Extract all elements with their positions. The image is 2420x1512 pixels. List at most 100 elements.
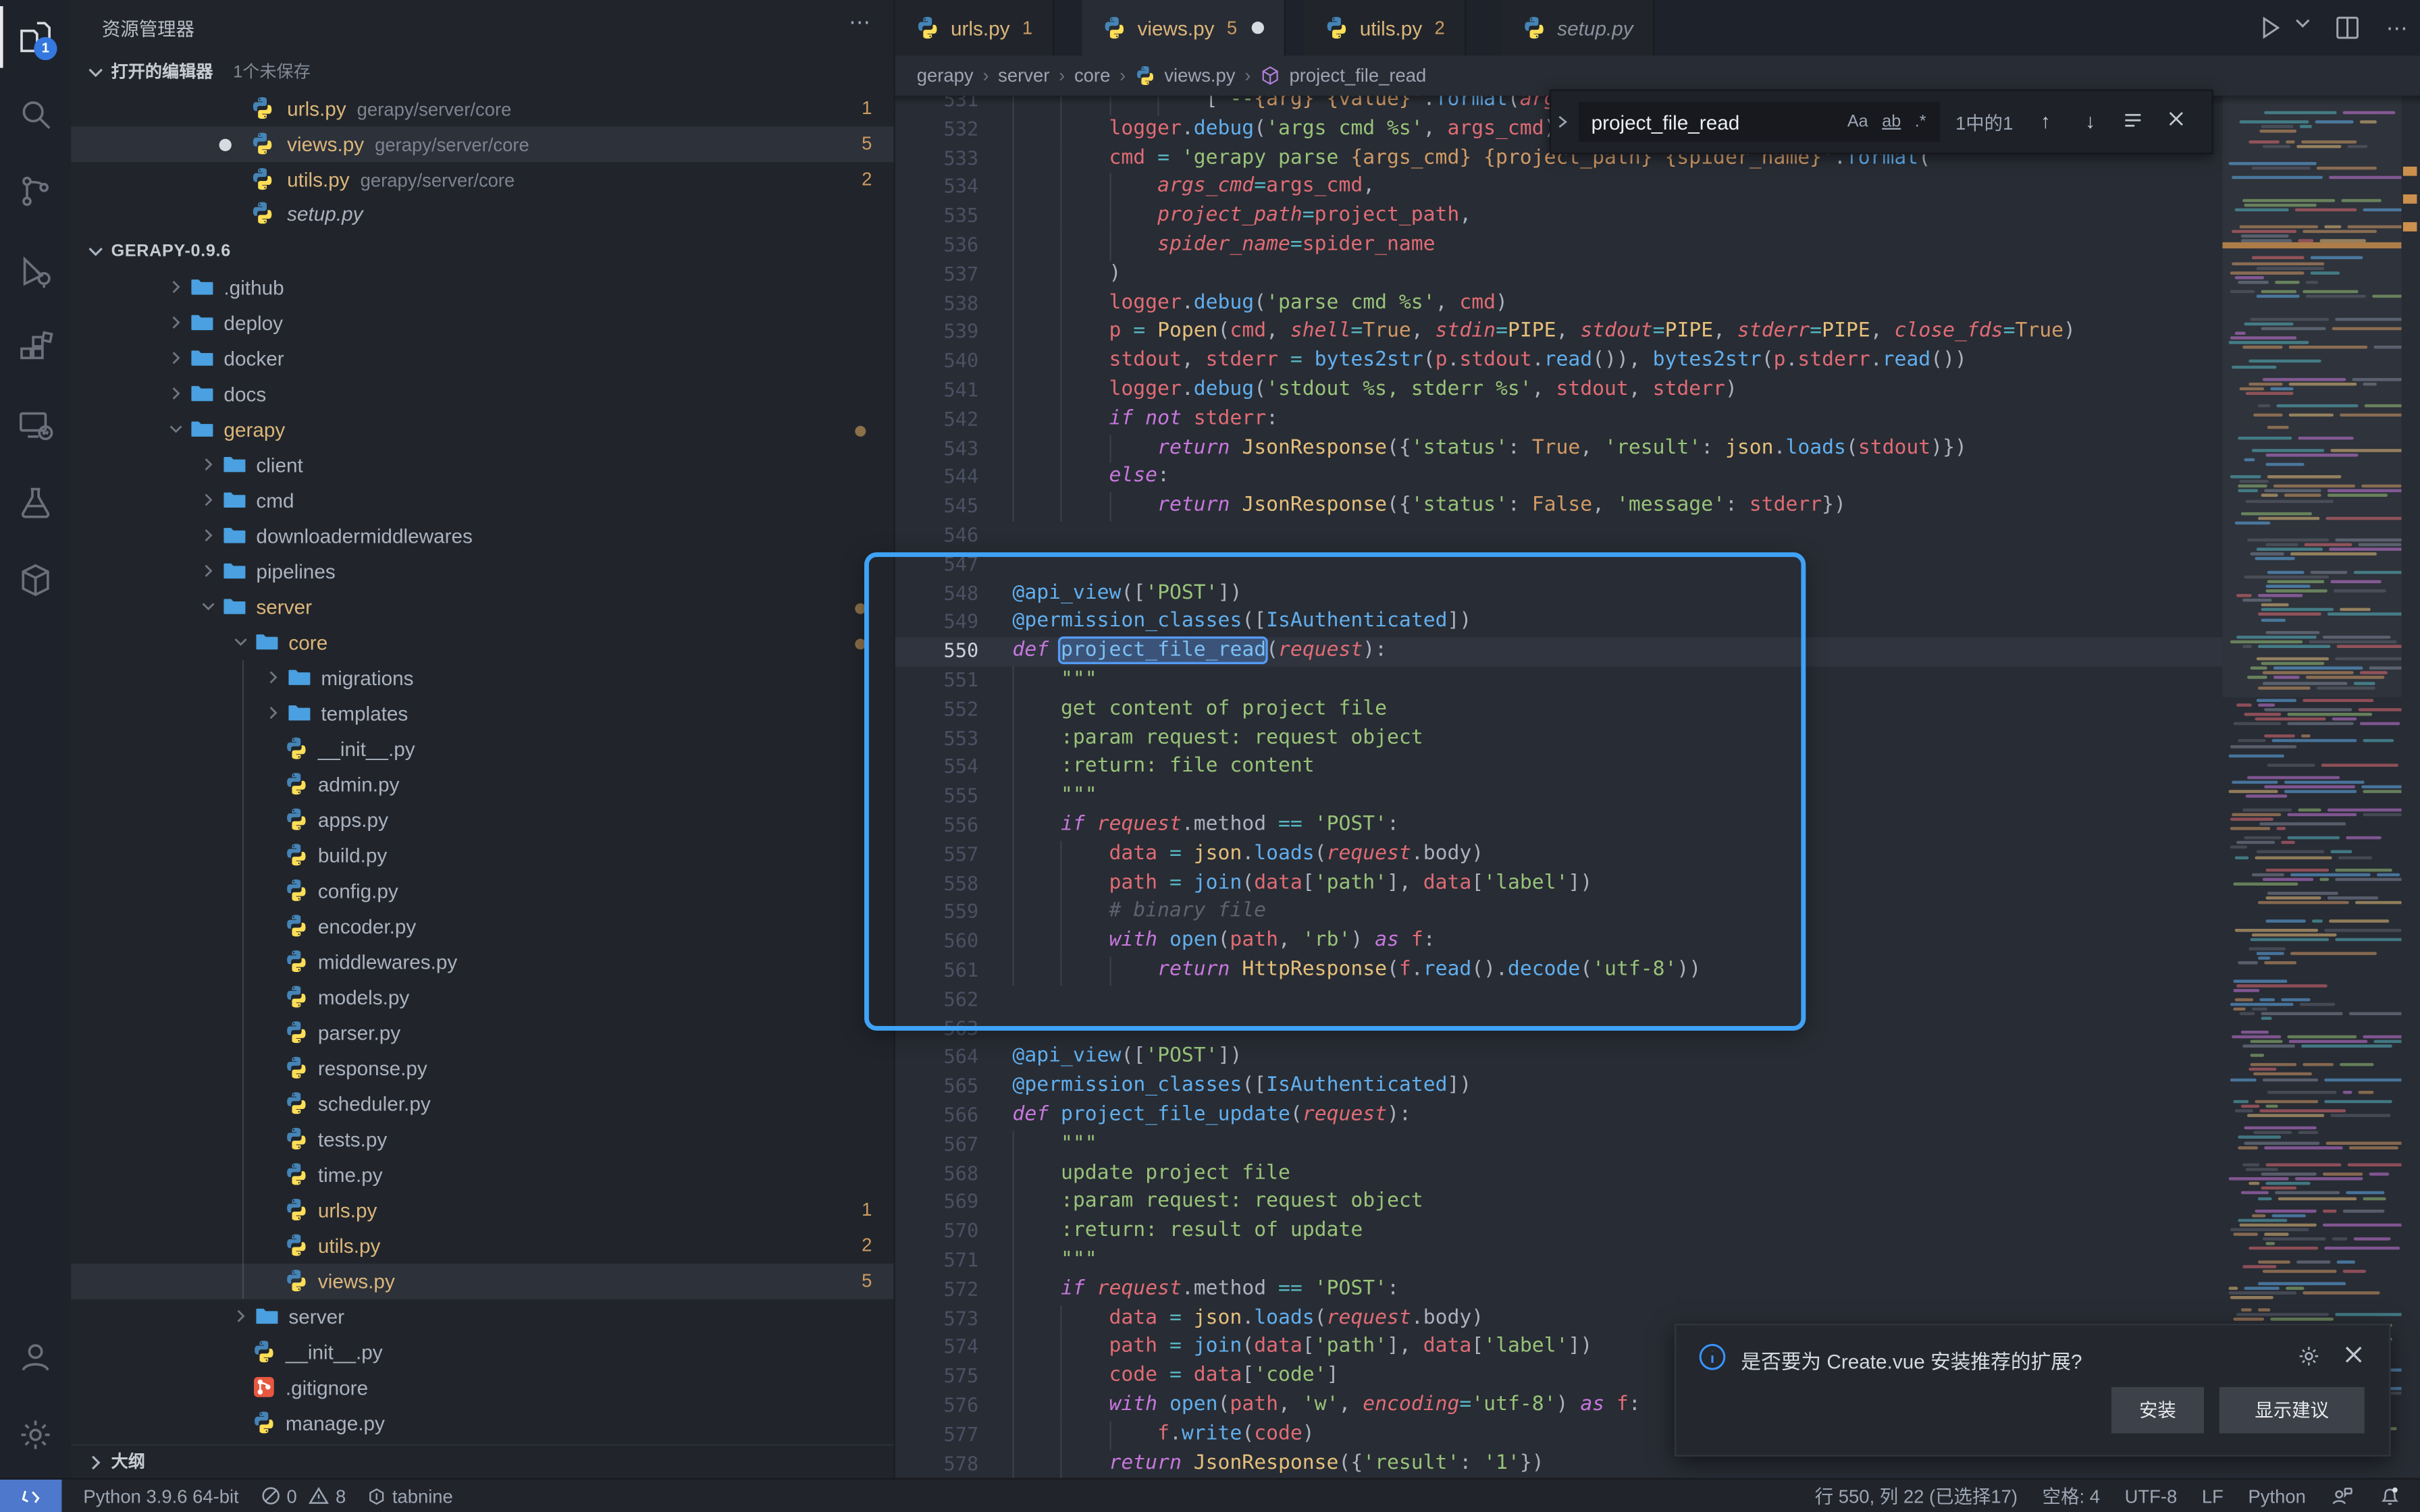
whole-word-icon[interactable]: ab <box>1882 113 1901 131</box>
code-line-562[interactable]: 562 <box>895 986 2223 1015</box>
tree-item-core[interactable]: core <box>71 625 893 661</box>
tree-item-views.py[interactable]: views.py5 <box>71 1264 893 1299</box>
tree-item-docs[interactable]: docs <box>71 377 893 412</box>
previous-match-icon[interactable]: ↑ <box>2033 109 2058 134</box>
code-line-556[interactable]: 556if request.method == 'POST': <box>895 811 2223 840</box>
tree-item-__init__.py[interactable]: __init__.py <box>71 1334 893 1370</box>
code-line-536[interactable]: 536spider_name=spider_name <box>895 232 2223 261</box>
split-editor-icon[interactable] <box>2334 14 2361 42</box>
code-line-537[interactable]: 537) <box>895 261 2223 290</box>
close-icon[interactable] <box>2343 1344 2365 1366</box>
tree-item-scheduler.py[interactable]: scheduler.py <box>71 1086 893 1122</box>
code-line-561[interactable]: 561return HttpResponse(f.read().decode('… <box>895 956 2223 986</box>
code-line-539[interactable]: 539p = Popen(cmd, shell=True, stdin=PIPE… <box>895 319 2223 348</box>
find-in-selection-icon[interactable] <box>2123 109 2148 134</box>
tree-item-server[interactable]: server <box>71 589 893 625</box>
python-interpreter[interactable]: Python 3.9.6 64-bit <box>83 1485 238 1507</box>
code-line-553[interactable]: 553:param request: request object <box>895 724 2223 753</box>
breadcrumb-item-views.py[interactable]: views.py <box>1135 65 1236 86</box>
code-line-552[interactable]: 552get content of project file <box>895 695 2223 724</box>
regex-icon[interactable]: .* <box>1915 113 1926 131</box>
tree-item-apps.py[interactable]: apps.py <box>71 803 893 838</box>
code-editor[interactable]: 531['--{arg} {value}'.format(arg=arg,532… <box>895 96 2223 1478</box>
more-actions-icon[interactable]: ⋯ <box>849 9 872 36</box>
code-line-534[interactable]: 534args_cmd=args_cmd, <box>895 173 2223 202</box>
tree-item-admin.py[interactable]: admin.py <box>71 767 893 803</box>
code-line-568[interactable]: 568update project file <box>895 1160 2223 1189</box>
tree-item-parser.py[interactable]: parser.py <box>71 1015 893 1051</box>
project-root-header[interactable]: GERAPY-0.9.6 <box>71 234 893 268</box>
code-line-565[interactable]: 565@permission_classes([IsAuthenticated]… <box>895 1073 2223 1102</box>
code-line-564[interactable]: 564@api_view(['POST']) <box>895 1044 2223 1073</box>
minimap[interactable] <box>2222 96 2401 1478</box>
code-line-550[interactable]: 550def project_file_read(request): <box>895 637 2223 666</box>
breadcrumb-item-core[interactable]: core <box>1074 65 1110 86</box>
code-line-540[interactable]: 540stdout, stderr = bytes2str(p.stdout.r… <box>895 348 2223 377</box>
breadcrumb-item-gerapy[interactable]: gerapy <box>917 65 974 86</box>
language-mode[interactable]: Python <box>2248 1485 2305 1507</box>
test-beaker-icon[interactable] <box>17 485 54 522</box>
code-line-551[interactable]: 551""" <box>895 666 2223 695</box>
code-line-544[interactable]: 544else: <box>895 464 2223 493</box>
cursor-position[interactable]: 行 550, 列 22 (已选择17) <box>1815 1483 2018 1509</box>
code-line-547[interactable]: 547 <box>895 551 2223 580</box>
source-control-icon[interactable] <box>17 173 54 210</box>
open-editor-urls.py[interactable]: urls.pygerapy/server/core1 <box>71 91 893 127</box>
code-line-563[interactable]: 563 <box>895 1015 2223 1044</box>
tree-item-gerapy[interactable]: gerapy <box>71 412 893 448</box>
open-editor-utils.py[interactable]: utils.pygerapy/server/core2 <box>71 161 893 197</box>
tree-item-client[interactable]: client <box>71 448 893 483</box>
extensions-icon[interactable] <box>17 330 54 367</box>
remote-indicator[interactable] <box>0 1479 61 1512</box>
next-match-icon[interactable]: ↓ <box>2078 109 2103 134</box>
code-line-548[interactable]: 548@api_view(['POST']) <box>895 580 2223 609</box>
code-line-571[interactable]: 571""" <box>895 1247 2223 1276</box>
code-line-570[interactable]: 570:return: result of update <box>895 1218 2223 1247</box>
more-actions-icon[interactable]: ⋯ <box>2383 14 2411 42</box>
code-line-538[interactable]: 538logger.debug('parse cmd %s', cmd) <box>895 290 2223 319</box>
code-line-559[interactable]: 559# binary file <box>895 898 2223 927</box>
code-line-569[interactable]: 569:param request: request object <box>895 1189 2223 1218</box>
run-python-file-icon[interactable] <box>2257 14 2284 42</box>
breadcrumb-item-server[interactable]: server <box>998 65 1049 86</box>
search-icon[interactable] <box>17 96 54 133</box>
tree-item-deploy[interactable]: deploy <box>71 306 893 342</box>
install-button[interactable]: 安装 <box>2111 1387 2204 1434</box>
tree-item-migrations[interactable]: migrations <box>71 660 893 696</box>
tree-item-tests.py[interactable]: tests.py <box>71 1122 893 1158</box>
breadcrumb-item-project_file_read[interactable]: project_file_read <box>1260 65 1426 86</box>
code-line-546[interactable]: 546 <box>895 522 2223 551</box>
code-line-560[interactable]: 560with open(path, 'rb') as f: <box>895 927 2223 956</box>
settings-gear-icon[interactable] <box>17 1416 54 1453</box>
tree-item-config.py[interactable]: config.py <box>71 873 893 909</box>
tree-item-models.py[interactable]: models.py <box>71 979 893 1015</box>
code-line-545[interactable]: 545return JsonResponse({'status': False,… <box>895 493 2223 522</box>
run-debug-icon[interactable] <box>17 253 54 290</box>
tree-item-manage.py[interactable]: manage.py <box>71 1405 893 1441</box>
find-collapse-chevron-icon[interactable] <box>1551 91 1573 153</box>
code-line-542[interactable]: 542if not stderr: <box>895 406 2223 435</box>
notifications-bell-icon[interactable] <box>2378 1484 2401 1507</box>
code-line-554[interactable]: 554:return: file content <box>895 753 2223 782</box>
minimap-slider[interactable] <box>2222 96 2401 697</box>
code-line-555[interactable]: 555""" <box>895 782 2223 811</box>
tree-item-time.py[interactable]: time.py <box>71 1157 893 1193</box>
show-recommendations-button[interactable]: 显示建议 <box>2219 1387 2365 1434</box>
problems-indicator[interactable]: 0 8 <box>261 1485 346 1507</box>
tree-item-utils.py[interactable]: utils.py2 <box>71 1228 893 1264</box>
run-dropdown-chevron-icon[interactable] <box>2294 14 2312 42</box>
indentation[interactable]: 空格: 4 <box>2043 1483 2100 1509</box>
tab-utils.py[interactable]: utils.py2 <box>1304 0 1466 55</box>
code-line-566[interactable]: 566def project_file_update(request): <box>895 1102 2223 1131</box>
tab-setup.py[interactable]: setup.py <box>1502 0 1655 55</box>
close-icon[interactable] <box>2167 109 2192 134</box>
code-line-558[interactable]: 558path = join(data['path'], data['label… <box>895 869 2223 898</box>
tab-views.py[interactable]: views.py5 <box>1082 0 1285 55</box>
code-line-549[interactable]: 549@permission_classes([IsAuthenticated]… <box>895 608 2223 637</box>
find-query[interactable]: project_file_read <box>1579 110 1847 133</box>
tree-item-.github[interactable]: .github <box>71 270 893 306</box>
feedback-icon[interactable] <box>2330 1484 2353 1507</box>
find-input[interactable]: project_file_read Aa ab .* <box>1579 102 1940 142</box>
remote-explorer-icon[interactable] <box>17 407 54 444</box>
code-line-557[interactable]: 557data = json.loads(request.body) <box>895 840 2223 869</box>
